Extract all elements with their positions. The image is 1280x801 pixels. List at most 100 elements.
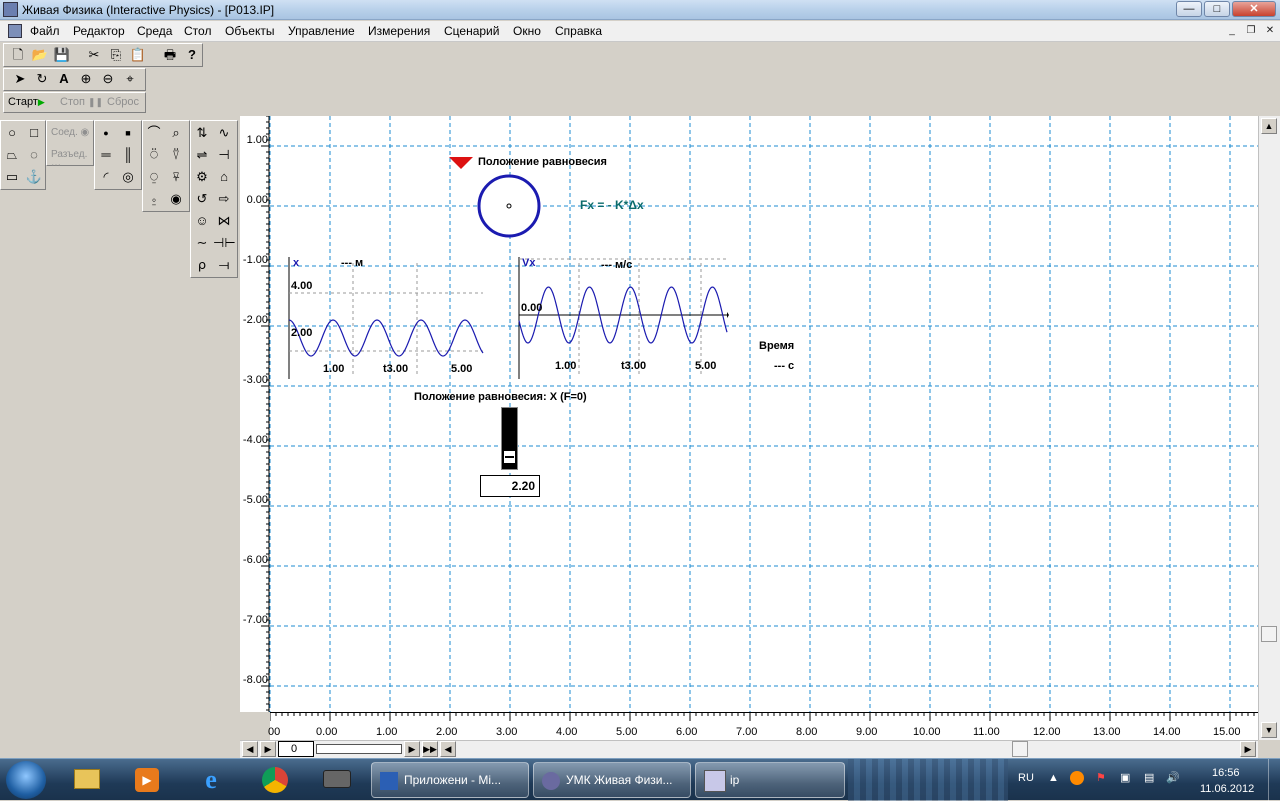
arrow-icon[interactable]: ➤ <box>9 69 31 89</box>
frame-back-icon[interactable]: ◀ <box>242 741 258 757</box>
separator-tool-icon[interactable]: ⌕ <box>165 122 187 144</box>
graph-x[interactable]: x --- м 4.00 2.00 1.00 t3.00 5.00 <box>285 255 485 383</box>
show-desktop-button[interactable] <box>1268 759 1280 801</box>
menu-environment[interactable]: Среда <box>137 24 172 38</box>
scroll-up-icon[interactable]: ▲ <box>1261 118 1277 134</box>
bar-tool-icon[interactable]: ⟞ <box>213 254 235 276</box>
rope-tool-icon[interactable]: ⌒ <box>143 122 165 144</box>
tray-app-icon[interactable] <box>1070 771 1084 785</box>
disk-tool-icon[interactable]: ◉ <box>165 188 187 210</box>
taskbar-item-ip[interactable]: ip <box>695 762 845 798</box>
pulley-rope-icon[interactable]: ⍜ <box>143 166 165 188</box>
maximize-button[interactable]: □ <box>1204 1 1230 17</box>
frame-number-field[interactable]: 0 <box>278 741 314 757</box>
copy-icon[interactable]: ⎘ <box>105 45 127 65</box>
cut-icon[interactable]: ✂ <box>83 45 105 65</box>
frame-end-icon[interactable]: ▶▶ <box>422 741 438 757</box>
graph-v[interactable]: Vx --- м/с 0.00 1.00 t3.00 5.00 <box>515 255 730 383</box>
help-icon[interactable]: ? <box>181 45 203 65</box>
stop-button[interactable]: Стоп ❚❚ <box>60 93 103 111</box>
anchor-triangle-icon[interactable] <box>448 156 474 170</box>
join-button[interactable]: Соед. ◉ <box>51 127 89 138</box>
chrome-icon[interactable] <box>250 762 300 798</box>
frame-slider[interactable] <box>316 744 402 754</box>
pin-joint-icon[interactable]: ◎ <box>117 166 139 188</box>
spring-damper-icon[interactable]: ⇅ <box>191 122 213 144</box>
anchor-tool-icon[interactable]: ⚓ <box>23 166 45 188</box>
reset-button[interactable]: Сброс <box>107 93 139 111</box>
start-button[interactable]: Старт▶ <box>8 93 45 111</box>
menu-window[interactable]: Окно <box>513 24 541 38</box>
minimize-button[interactable]: — <box>1176 1 1202 17</box>
menu-measurements[interactable]: Измерения <box>368 24 430 38</box>
split-button[interactable]: Разъед. ⋯ <box>51 149 93 171</box>
spring-tool-icon[interactable]: ∿ <box>213 122 235 144</box>
start-orb[interactable] <box>6 761 46 799</box>
ie-icon[interactable]: e <box>186 762 236 798</box>
rectangle-tool-icon[interactable]: □ <box>23 122 45 144</box>
frame-last-icon[interactable]: ▶ <box>404 741 420 757</box>
scroll-down-icon[interactable]: ▼ <box>1261 722 1277 738</box>
motor-tool-icon[interactable]: ⚙ <box>191 166 213 188</box>
circle-tool-icon[interactable]: ○ <box>1 122 23 144</box>
document-icon[interactable] <box>8 24 22 38</box>
zoom-fit-icon[interactable]: ⌖ <box>119 69 141 89</box>
language-indicator[interactable]: RU <box>1018 772 1034 784</box>
tray-device-icon[interactable]: ▣ <box>1120 771 1130 784</box>
print-icon[interactable]: 🖶 <box>159 45 181 65</box>
open-folder-icon[interactable]: 📂 <box>29 45 51 65</box>
pulley-tool-icon[interactable]: ⍢ <box>165 144 187 166</box>
clock-time[interactable]: 16:56 <box>1212 767 1240 779</box>
new-document-icon[interactable]: 🗋 <box>7 45 29 65</box>
mdi-close-button[interactable]: ✕ <box>1262 24 1278 38</box>
rod-tool-icon[interactable]: ⇌ <box>191 144 213 166</box>
gear-link-icon[interactable]: ⍥ <box>143 144 165 166</box>
rotate-icon[interactable]: ↻ <box>31 69 53 89</box>
clock-date[interactable]: 11.06.2012 <box>1200 783 1254 795</box>
slider-value-field[interactable]: 2.20 <box>480 475 540 497</box>
tray-flag-icon[interactable]: ⚑ <box>1096 771 1106 784</box>
person-tool-icon[interactable]: ☺ <box>191 210 213 232</box>
cam-tool-icon[interactable]: ⍛ <box>143 188 165 210</box>
device-icon[interactable] <box>312 762 362 798</box>
menu-control[interactable]: Управление <box>288 24 355 38</box>
menu-objects[interactable]: Объекты <box>225 24 275 38</box>
square-point-tool-icon[interactable]: ■ <box>117 122 139 144</box>
meter-tool-icon[interactable]: ⍴ <box>191 254 213 276</box>
slider-thumb[interactable] <box>503 450 516 464</box>
taskbar-item-umk[interactable]: УМК Живая Физи... <box>533 762 691 798</box>
menu-script[interactable]: Сценарий <box>444 24 499 38</box>
workspace-canvas[interactable] <box>240 116 1258 712</box>
vertical-slot-icon[interactable]: ║ <box>117 144 139 166</box>
paste-icon[interactable]: 📋 <box>127 45 149 65</box>
vertical-scroll-thumb[interactable] <box>1261 626 1277 642</box>
force-tool-icon[interactable]: ⇨ <box>213 188 235 210</box>
menu-file[interactable]: Файл <box>30 24 60 38</box>
close-button[interactable]: ✕ <box>1232 1 1276 17</box>
tray-network-icon[interactable]: ▤ <box>1144 771 1154 784</box>
point-tool-icon[interactable]: ● <box>95 122 117 144</box>
ball-body[interactable] <box>476 173 542 239</box>
media-player-icon[interactable]: ▶ <box>122 762 172 798</box>
curved-slot-icon[interactable]: ◜ <box>95 166 117 188</box>
scroll-right-icon[interactable]: ▶ <box>1240 741 1256 757</box>
actuator-icon[interactable]: ⌂ <box>213 166 235 188</box>
horizontal-scroll-thumb[interactable] <box>1012 741 1028 757</box>
mdi-minimize-button[interactable]: _ <box>1224 24 1240 38</box>
scroll-left-icon[interactable]: ◀ <box>440 741 456 757</box>
polygon-tool-icon[interactable]: ⏢ <box>1 144 23 166</box>
mdi-restore-button[interactable]: ❐ <box>1243 24 1259 38</box>
text-icon[interactable]: A <box>53 69 75 89</box>
tray-expand-icon[interactable]: ▲ <box>1048 772 1059 784</box>
damper-tool-icon[interactable]: ⊣ <box>213 144 235 166</box>
zoom-out-icon[interactable]: ⊖ <box>97 69 119 89</box>
save-icon[interactable]: 💾 <box>51 45 73 65</box>
vertical-scrollbar[interactable]: ▲ ▼ <box>1258 116 1280 740</box>
volume-icon[interactable]: 🔊 <box>1166 771 1180 784</box>
capacitor-tool-icon[interactable]: ⊣⊢ <box>213 232 236 254</box>
actuator-tool-icon[interactable]: ⍫ <box>165 166 187 188</box>
wave-tool-icon[interactable]: ∼ <box>191 232 213 254</box>
menu-editor[interactable]: Редактор <box>73 24 125 38</box>
horizontal-scrollbar[interactable]: ◀ ▶ 0 ▶ ▶▶ ◀ ▶ <box>240 740 1258 758</box>
menu-table[interactable]: Стол <box>184 24 211 38</box>
